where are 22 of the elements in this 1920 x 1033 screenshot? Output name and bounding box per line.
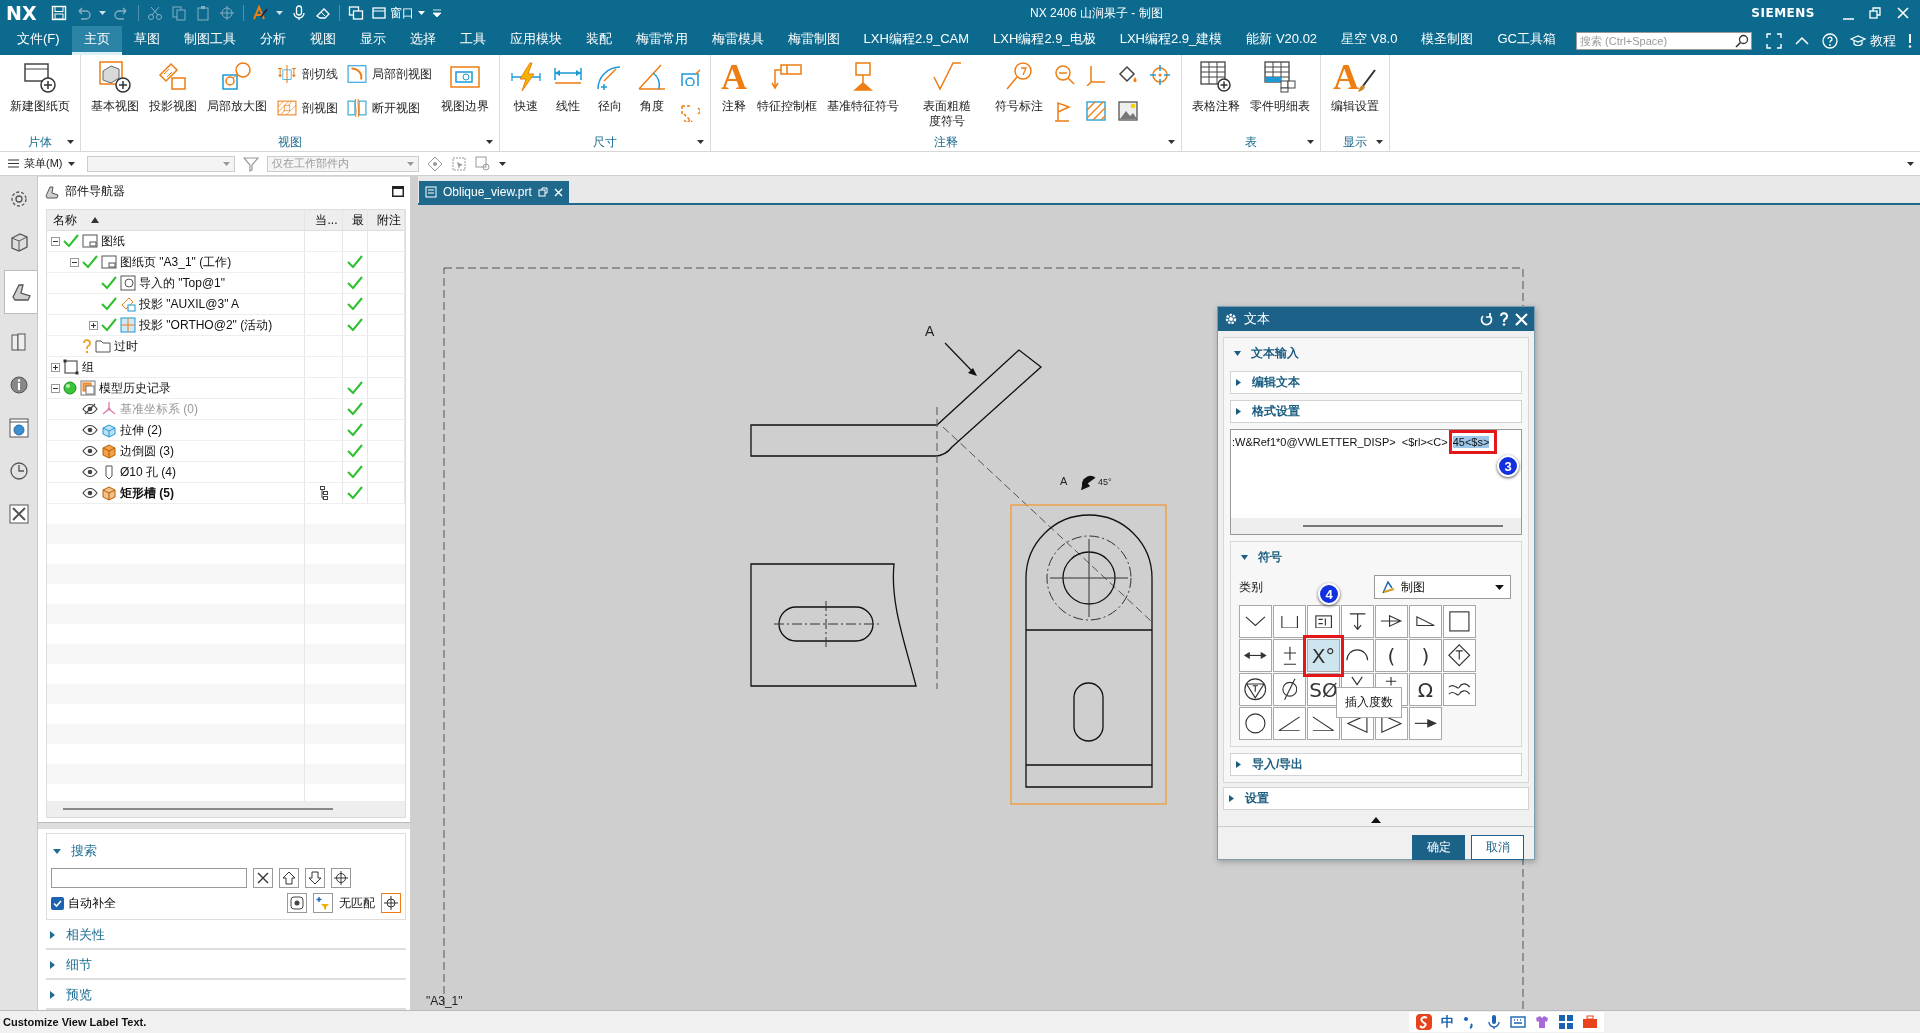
group-label: 表 bbox=[1245, 133, 1257, 151]
group-label: 注释 bbox=[934, 133, 958, 151]
tooltip: 插入度数 bbox=[1336, 687, 1402, 718]
window-title: NX 2406 山涧果子 - 制图 bbox=[1030, 4, 1164, 22]
dialog-title: 文本 bbox=[1244, 310, 1271, 328]
group-label: 视图 bbox=[278, 133, 302, 151]
view-label: A bbox=[1060, 475, 1068, 487]
angle-label: 45° bbox=[1098, 477, 1112, 487]
section-label: A bbox=[925, 323, 935, 339]
letter-icon: A bbox=[721, 61, 747, 93]
callout-badge: 4 bbox=[1318, 583, 1340, 605]
app-logo: NX bbox=[6, 2, 37, 24]
panel-title: 部件导航器 bbox=[65, 183, 126, 200]
sheet-name: "A3_1" bbox=[426, 994, 463, 1008]
group-label: 尺寸 bbox=[593, 133, 617, 151]
letter-icon: A bbox=[1333, 61, 1359, 93]
category-label: 类别 bbox=[1239, 578, 1263, 596]
brand-label: SIEMENS bbox=[1751, 6, 1815, 20]
match-status: 无匹配 bbox=[339, 894, 375, 912]
status-message: Customize View Label Text. bbox=[3, 1016, 147, 1028]
group-label: 显示 bbox=[1343, 133, 1367, 151]
group-label: 片体 bbox=[28, 133, 52, 151]
